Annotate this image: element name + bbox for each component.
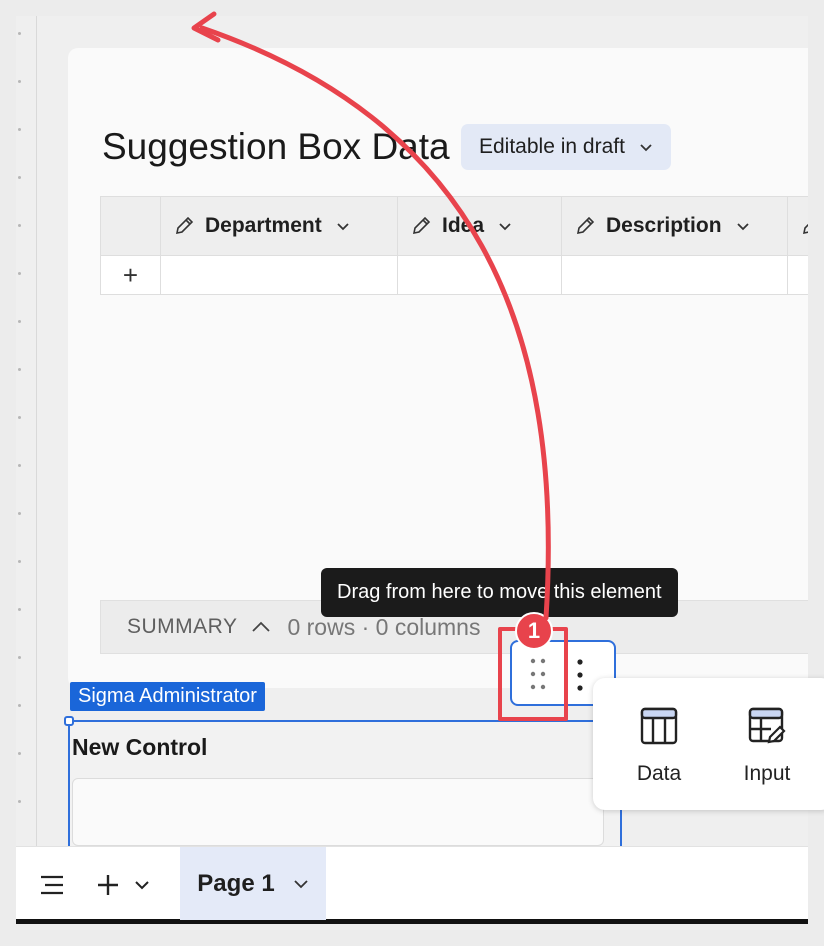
column-label: Department [205,214,322,237]
column-header-idea[interactable]: Idea [398,197,562,255]
grid-dot [18,512,21,515]
page-bar: Page 1 [16,846,808,924]
pencil-icon [175,216,194,235]
grid-header-row: Department Idea Description [100,196,808,256]
grid-dot [18,800,21,803]
grid-dot [18,416,21,419]
tab-page-1[interactable]: Page 1 [180,847,326,920]
table-title[interactable]: Suggestion Box Data [102,126,450,168]
drag-tooltip: Drag from here to move this element [321,568,678,617]
empty-cell[interactable] [161,256,398,294]
column-header-department[interactable]: Department [161,197,398,255]
chevron-down-icon[interactable] [336,219,350,233]
grid-dot [18,464,21,467]
canvas-guide-line [36,16,37,846]
summary-counts: 0 rows · 0 columns [287,613,481,640]
grid-dot [18,176,21,179]
summary-label: SUMMARY [127,615,238,638]
grid-dot [18,128,21,131]
pencil-icon [802,223,808,235]
column-label: Idea [442,214,485,237]
grid-dot [18,272,21,275]
add-data-label: Data [636,762,682,785]
control-element[interactable]: New Control [64,716,622,846]
page-tab-label: Page 1 [197,869,275,897]
grid-dot [18,656,21,659]
grid-dot [18,80,21,83]
grid-dot [18,320,21,323]
control-title[interactable]: New Control [72,734,207,761]
pencil-icon [412,216,431,235]
add-input-button[interactable]: Input [727,706,807,786]
add-row-button[interactable]: + [101,256,161,294]
page-list-icon[interactable] [38,871,66,899]
user-presence-tag: Sigma Administrator [70,682,265,711]
empty-cell[interactable] [788,256,808,294]
canvas-grid-dots [16,16,36,846]
add-element-panel: Data Input [593,678,824,810]
input-table-icon [748,707,786,744]
chevron-down-icon[interactable] [134,877,150,893]
column-header-partial[interactable] [788,197,808,255]
plus-icon: + [122,259,139,290]
column-label: Description [606,214,722,237]
data-grid: Department Idea Description + [100,196,808,295]
empty-cell[interactable] [398,256,562,294]
pencil-icon [576,216,595,235]
empty-cell[interactable] [562,256,788,294]
add-page-button[interactable] [96,869,160,901]
grid-dot [18,704,21,707]
more-options-icon[interactable] [576,658,584,692]
add-data-button[interactable]: Data [619,706,699,786]
chevron-down-icon[interactable] [498,219,512,233]
chevron-down-icon[interactable] [293,876,309,892]
chevron-down-icon [640,144,652,152]
resize-handle[interactable] [64,716,74,726]
grid-dot [18,560,21,563]
grid-dot [18,752,21,755]
annotation-step-badge: 1 [515,612,553,650]
grid-dot [18,368,21,371]
column-header-description[interactable]: Description [562,197,788,255]
add-input-label: Input [743,762,791,785]
chevron-up-icon[interactable] [251,620,271,634]
table-icon [640,707,678,745]
editable-mode-label: Editable in draft [479,135,625,158]
grid-dot [18,608,21,611]
row-number-header [101,197,161,255]
chevron-down-icon[interactable] [736,219,750,233]
grid-dot [18,32,21,35]
grid-dot [18,224,21,227]
grid-add-row: + [100,256,808,295]
plus-icon [98,875,118,895]
editable-mode-dropdown[interactable]: Editable in draft [461,124,671,170]
control-input[interactable] [72,778,604,846]
